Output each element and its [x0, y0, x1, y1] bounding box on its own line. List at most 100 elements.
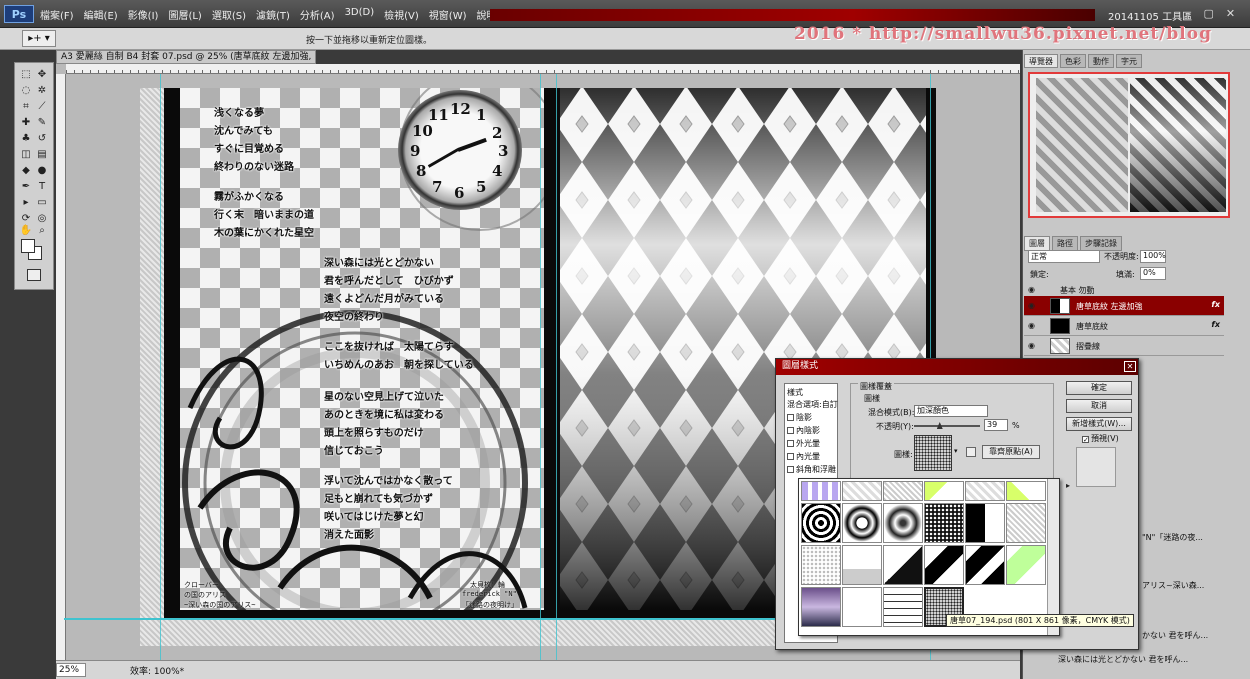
3d-rotate-icon[interactable]: ⟳ — [19, 213, 33, 225]
healing-brush-icon[interactable]: ✚ — [19, 117, 33, 129]
style-item-inner-shadow[interactable]: 內陰影 — [787, 425, 820, 436]
layer-row[interactable]: ◉ 唐草底紋 fx — [1024, 316, 1224, 336]
layer-row[interactable]: ◉ 摺疊線 — [1024, 336, 1224, 356]
menu-item[interactable]: 檢視(V) — [384, 7, 419, 22]
pattern-thumb[interactable] — [924, 503, 964, 543]
pattern-thumb[interactable] — [883, 587, 923, 627]
layer-opacity-input[interactable]: 100% — [1140, 250, 1166, 263]
opacity-slider[interactable] — [914, 425, 980, 427]
pattern-thumb[interactable] — [883, 545, 923, 585]
snap-origin-button[interactable]: 靠齊原點(A) — [982, 445, 1040, 459]
lasso-tool-icon[interactable]: ◌ — [19, 85, 33, 97]
menu-item[interactable]: 視窗(W) — [429, 7, 467, 22]
pattern-thumb[interactable] — [801, 587, 841, 627]
blend-mode-select[interactable]: 加深顏色 — [914, 405, 988, 417]
menu-item[interactable]: 3D(D) — [345, 7, 375, 22]
tab-history[interactable]: 步驟記錄 — [1080, 236, 1122, 251]
new-style-button[interactable]: 新增樣式(W)... — [1066, 417, 1132, 431]
checkbox[interactable] — [787, 440, 794, 447]
pattern-thumb[interactable] — [842, 587, 882, 627]
pattern-thumb[interactable] — [1006, 545, 1046, 585]
new-preset-icon[interactable] — [966, 447, 976, 457]
cancel-button[interactable]: 取消 — [1066, 399, 1132, 413]
crop-tool-icon[interactable]: ⌗ — [19, 101, 33, 113]
layer-row-selected[interactable]: ◉ 唐草底紋 左邊加強 fx — [1024, 296, 1224, 316]
layer-text-preview[interactable]: 深い森には光とどかない 君を呼ん... — [1058, 654, 1188, 665]
ok-button[interactable]: 確定 — [1066, 381, 1132, 395]
magic-wand-icon[interactable]: ✲ — [35, 85, 49, 97]
pen-tool-icon[interactable]: ✒ — [19, 181, 33, 193]
clone-stamp-icon[interactable]: ♣ — [19, 133, 33, 145]
minimize-icon[interactable]: – — [1186, 7, 1192, 20]
eye-icon[interactable]: ◉ — [1028, 341, 1035, 350]
layer-text-preview[interactable]: アリス~深い森... — [1142, 580, 1204, 591]
hand-tool-icon[interactable]: ✋ — [19, 225, 33, 237]
fx-icon[interactable]: fx — [1211, 300, 1220, 309]
layer-text-preview[interactable]: "N"「迷路の夜... — [1142, 532, 1203, 543]
move-tool-icon[interactable]: ✥ — [35, 69, 49, 81]
3d-orbit-icon[interactable]: ◎ — [35, 213, 49, 225]
menu-item[interactable]: 分析(A) — [300, 7, 335, 22]
navigator-preview[interactable] — [1028, 72, 1230, 218]
eraser-icon[interactable]: ◫ — [19, 149, 33, 161]
preview-checkbox[interactable]: ✓ 預視(V) — [1082, 433, 1119, 444]
tab-layers[interactable]: 圖層 — [1024, 236, 1050, 251]
history-brush-icon[interactable]: ↺ — [35, 133, 49, 145]
checkbox[interactable] — [787, 414, 794, 421]
foreground-color-swatch[interactable] — [21, 239, 35, 253]
menu-item[interactable]: 檔案(F) — [40, 7, 74, 22]
zoom-field[interactable]: 25% — [56, 663, 86, 677]
pattern-thumb[interactable] — [1006, 481, 1046, 501]
eyedropper-icon[interactable]: ⟋ — [35, 101, 49, 113]
fx-icon[interactable]: fx — [1211, 320, 1220, 329]
pattern-thumb[interactable] — [1006, 503, 1046, 543]
blur-tool-icon[interactable]: ◆ — [19, 165, 33, 177]
checkbox[interactable] — [787, 453, 794, 460]
quick-mask-icon[interactable] — [27, 269, 41, 281]
close-icon[interactable]: ✕ — [1124, 361, 1136, 372]
dodge-tool-icon[interactable]: ● — [35, 165, 49, 177]
tab-paths[interactable]: 路徑 — [1052, 236, 1078, 251]
close-icon[interactable]: ✕ — [1226, 7, 1235, 20]
layer-blend-mode-select[interactable]: 正常 — [1028, 250, 1100, 263]
document-tab[interactable]: A3 愛麗絲 自制 B4 封套 07.psd @ 25% (唐草底紋 左邊加強,… — [56, 50, 316, 74]
style-item-inner-glow[interactable]: 內光暈 — [787, 451, 820, 462]
opacity-input[interactable]: 39 — [984, 419, 1008, 431]
chevron-down-icon[interactable]: ▾ — [954, 447, 958, 455]
marquee-tool-icon[interactable]: ⬚ — [19, 69, 33, 81]
pattern-thumb[interactable] — [801, 481, 841, 501]
pattern-thumb[interactable] — [965, 503, 1005, 543]
gradient-tool-icon[interactable]: ▤ — [35, 149, 49, 161]
pattern-swatch[interactable] — [914, 435, 952, 471]
eye-icon[interactable]: ◉ — [1028, 301, 1035, 310]
pattern-thumb[interactable] — [924, 545, 964, 585]
style-item-bevel[interactable]: 斜角和浮雕 — [787, 464, 836, 475]
picker-scrollbar[interactable] — [1047, 479, 1059, 635]
pattern-thumb[interactable] — [883, 481, 923, 501]
dialog-title[interactable]: 圖層樣式 — [776, 359, 1138, 375]
doc-status[interactable]: 效率: 100%* — [130, 664, 184, 677]
picker-menu-icon[interactable]: ▸ — [1066, 481, 1070, 490]
menu-item[interactable]: 圖層(L) — [168, 7, 201, 22]
type-tool-icon[interactable]: T — [35, 181, 49, 193]
eye-icon[interactable]: ◉ — [1028, 285, 1035, 294]
shape-tool-icon[interactable]: ▭ — [35, 197, 49, 209]
menu-item[interactable]: 編輯(E) — [84, 7, 118, 22]
pattern-thumb[interactable] — [965, 545, 1005, 585]
maximize-icon[interactable]: ▢ — [1204, 7, 1214, 20]
zoom-tool-icon[interactable]: ⌕ — [35, 225, 49, 237]
menu-item[interactable]: 濾鏡(T) — [256, 7, 290, 22]
pattern-thumb[interactable] — [883, 503, 923, 543]
brush-tool-icon[interactable]: ✎ — [35, 117, 49, 129]
path-select-icon[interactable]: ▸ — [19, 197, 33, 209]
pattern-thumb[interactable] — [842, 481, 882, 501]
style-item-outer-glow[interactable]: 外光暈 — [787, 438, 820, 449]
style-item-blend-options[interactable]: 混合選項:自訂 — [787, 399, 838, 410]
pattern-thumb[interactable] — [842, 545, 882, 585]
tab-color[interactable]: 色彩 — [1060, 54, 1086, 68]
style-item-drop-shadow[interactable]: 陰影 — [787, 412, 812, 423]
pattern-thumb[interactable] — [965, 481, 1005, 501]
checkbox[interactable] — [787, 466, 794, 473]
tab-actions[interactable]: 動作 — [1088, 54, 1114, 68]
tab-character[interactable]: 字元 — [1116, 54, 1142, 68]
